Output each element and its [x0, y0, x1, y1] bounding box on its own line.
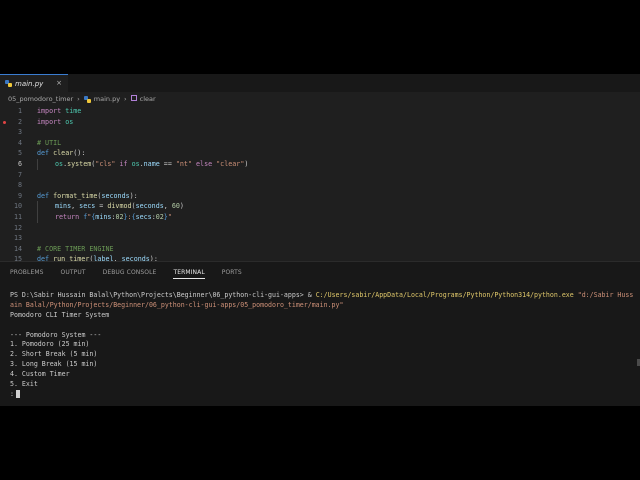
tab-ports[interactable]: PORTS [222, 269, 242, 279]
code-line: 13 [13, 234, 22, 243]
editor-tab-bar: main.py × [0, 74, 640, 92]
tab-label: main.py [15, 79, 44, 88]
code-text: import time [37, 107, 82, 115]
tab-problems[interactable]: PROBLEMS [10, 269, 44, 279]
terminal-output-line: --- Pomodoro System --- [10, 330, 102, 339]
panel-tabs: PROBLEMS OUTPUT DEBUG CONSOLE TERMINAL P… [10, 269, 259, 279]
code-text: def format_time(seconds): [37, 191, 138, 200]
text-cursor [15, 389, 20, 398]
code-line: 7 [17, 170, 22, 179]
code-editor[interactable]: 1 import time 2 import os 3 4 # UTIL 5 def c… [0, 106, 640, 263]
code-text: # CORE TIMER ENGINE [37, 244, 114, 253]
code-line: 4 # UTIL [17, 138, 62, 147]
breadcrumb-file[interactable]: main.py [94, 95, 120, 103]
terminal-output-line: 3. Long Break (15 min) [10, 360, 98, 369]
terminal-input-line[interactable]: : [10, 389, 635, 400]
python-file-icon [5, 80, 12, 87]
code-line: 8 [17, 181, 22, 190]
code-text: return f"{mins:02}:{secs:02}" [37, 211, 172, 223]
terminal-output-line: 5. Exit [10, 380, 38, 389]
terminal-output-line: 2. Short Break (5 min) [10, 350, 98, 359]
code-text: os.system("cls" if os.name == "nt" else … [37, 158, 248, 170]
breadcrumb-symbol[interactable]: clear [130, 95, 156, 103]
code-line: 11 return f"{mins:02}:{secs:02}" [13, 211, 172, 223]
breadcrumb-folder[interactable]: 05_pomodoro_timer [8, 95, 73, 103]
code-line: 2 import os [0, 117, 640, 128]
tab-output[interactable]: OUTPUT [61, 269, 86, 279]
code-text: mins, secs = divmod(seconds, 60) [37, 201, 184, 212]
code-line: 5 def clear(): [17, 149, 86, 158]
terminal-output-line: 4. Custom Timer [10, 370, 70, 379]
terminal-command-line: PS D:\Sabir Hussain Balal\Python\Project… [10, 291, 634, 299]
terminal-command-wrap: ain Balal/Python/Projects/Beginner/06_py… [10, 300, 344, 309]
chevron-right-icon: › [77, 95, 80, 103]
code-line: 6 os.system("cls" if os.name == "nt" else… [17, 158, 249, 170]
terminal-output-line: 1. Pomodoro (25 min) [10, 340, 90, 349]
tab-debug-console[interactable]: DEBUG CONSOLE [103, 269, 157, 279]
code-text: import os [37, 117, 74, 126]
vscode-window: main.py × 05_pomodoro_timer › main.py › … [0, 74, 640, 406]
code-line: 3 [17, 128, 22, 137]
code-line: 10 mins, secs = divmod(seconds, 60) [13, 201, 184, 212]
close-icon[interactable]: × [56, 79, 62, 87]
bottom-panel: PROBLEMS OUTPUT DEBUG CONSOLE TERMINAL P… [0, 261, 640, 406]
chevron-right-icon: › [124, 95, 127, 103]
code-text: def clear(): [37, 149, 86, 158]
method-icon [130, 95, 137, 101]
code-line: 1 import time [17, 107, 82, 115]
code-line: 9 def format_time(seconds): [17, 191, 138, 200]
breadcrumb: 05_pomodoro_timer › main.py › clear [0, 92, 640, 106]
python-file-icon [83, 95, 91, 103]
tab-main-py[interactable]: main.py × [0, 74, 68, 92]
code-text: # UTIL [37, 138, 62, 147]
code-line: 14 # CORE TIMER ENGINE [13, 244, 114, 253]
tab-terminal[interactable]: TERMINAL [173, 269, 205, 279]
terminal-output-line: Pomodoro CLI Timer System [10, 310, 110, 319]
code-line: 12 [13, 223, 22, 232]
terminal[interactable]: PS D:\Sabir Hussain Balal\Python\Project… [10, 291, 635, 400]
